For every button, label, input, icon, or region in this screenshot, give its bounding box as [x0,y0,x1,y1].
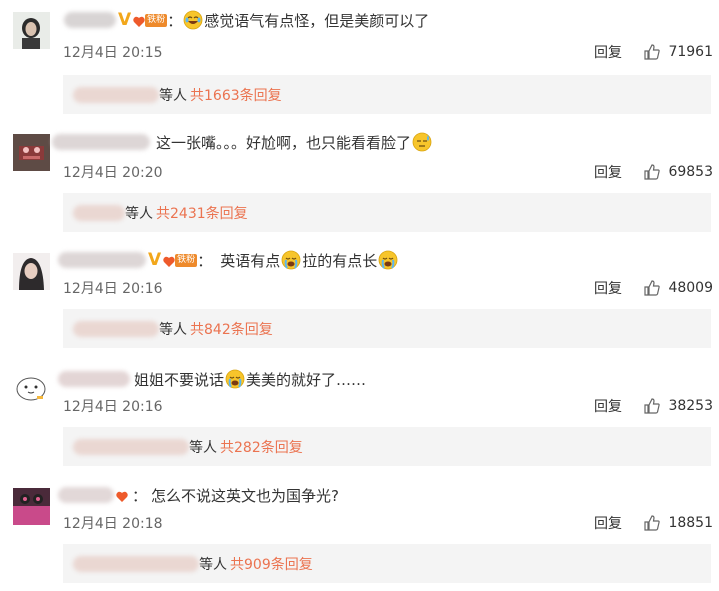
comment-time: 12月4日 20:15 [63,45,163,61]
username-blurred[interactable] [52,134,150,150]
reply-count[interactable]: 共282条回复 [220,437,303,457]
comment-header: 姐姐不要说话 美美的就好了…… [58,368,366,390]
reply-summary-box[interactable]: 等人 共2431条回复 [63,193,711,232]
like-count: 69853 [668,164,713,180]
username-blurred[interactable] [58,371,130,387]
comment-item: ： 怎么不说这英文也为国争光? 12月4日 20:18 回复 18851 等人 … [0,468,719,585]
reply-summary-box[interactable]: 等人 共282条回复 [63,427,711,466]
reply-users-blurred [73,555,199,572]
avatar[interactable] [13,370,50,407]
avatar[interactable] [13,253,50,290]
comment-text: 感觉语气有点怪，但是美颜可以了 [204,11,430,30]
colon: ： [167,11,183,30]
comment-header: V 铁粉 ： 英语有点 拉的有点长 [58,249,399,271]
like-thumb-icon [643,279,661,297]
like-count: 71961 [668,44,713,60]
reply-button[interactable]: 回复 [594,42,622,62]
comment-time: 12月4日 20:18 [63,516,163,532]
comment-text: 英语有点 [220,251,281,270]
reply-users-blurred [73,320,159,337]
comment-item: V 铁粉 ： 感觉语气有点怪，但是美颜可以了 12月4日 20:15 回复 71… [0,0,719,117]
colon: ： [197,251,213,270]
like-thumb-icon [643,514,661,532]
like-button[interactable]: 18851 [643,512,713,534]
reply-users-blurred [73,86,159,103]
reply-button[interactable]: 回复 [594,162,622,182]
comment-time: 12月4日 20:16 [63,281,163,297]
username-blurred[interactable] [58,487,114,503]
laugh-cry-emoji [183,10,203,30]
like-thumb-icon [643,397,661,415]
crying-emoji [281,250,301,270]
comment-text: 拉的有点长 [302,251,378,270]
like-thumb-icon [643,43,661,61]
like-count: 48009 [668,280,713,296]
crying-emoji [378,250,398,270]
like-count: 38253 [668,398,713,414]
reply-users-suffix: 等人 [125,205,153,222]
fan-badge-icon: 铁粉 [133,13,168,27]
fan-badge-icon [116,489,128,502]
reply-count[interactable]: 共909条回复 [230,554,313,574]
comment-text: 姐姐不要说话 [134,370,225,389]
comment-time: 12月4日 20:16 [63,399,163,415]
reply-summary-box[interactable]: 等人 共842条回复 [63,309,711,348]
comment-text: 这一张嘴。。。好尬啊，也只能看看脸了 [156,133,412,152]
colon: ： [132,486,148,505]
avatar[interactable] [13,488,50,525]
sweat-emoji [412,132,432,152]
reply-users-suffix: 等人 [159,321,187,338]
avatar[interactable] [13,12,50,49]
reply-count[interactable]: 共2431条回复 [156,203,248,223]
username-blurred[interactable] [58,252,146,268]
reply-button[interactable]: 回复 [594,396,622,416]
comment-item: V 铁粉 ： 英语有点 拉的有点长 12月4日 20:16 回复 48009 等… [0,234,719,351]
reply-users-suffix: 等人 [189,439,217,456]
comment-time: 12月4日 20:20 [63,165,163,181]
like-button[interactable]: 38253 [643,395,713,417]
fan-badge-label: 铁粉 [175,253,198,267]
fan-badge-label: 铁粉 [145,13,168,27]
comment-header: V 铁粉 ： 感觉语气有点怪，但是美颜可以了 [64,9,429,31]
comment-item: 这一张嘴。。。好尬啊，也只能看看脸了 12月4日 20:20 回复 69853 … [0,117,719,234]
reply-count[interactable]: 共1663条回复 [190,85,282,105]
reply-users-blurred [73,204,125,221]
comment-header: ： 怎么不说这英文也为国争光? [58,484,339,506]
like-count: 18851 [668,515,713,531]
comment-header: 这一张嘴。。。好尬啊，也只能看看脸了 [52,131,433,153]
like-button[interactable]: 48009 [643,277,713,299]
reply-users-blurred [73,438,189,455]
comment-item: 姐姐不要说话 美美的就好了…… 12月4日 20:16 回复 38253 等人 … [0,351,719,468]
crying-emoji [225,369,245,389]
comment-list: V 铁粉 ： 感觉语气有点怪，但是美颜可以了 12月4日 20:15 回复 71… [0,0,719,591]
like-button[interactable]: 71961 [643,41,713,63]
reply-button[interactable]: 回复 [594,278,622,298]
avatar[interactable] [13,134,50,171]
reply-summary-box[interactable]: 等人 共1663条回复 [63,75,711,114]
v-verified-badge: V [118,9,132,30]
fan-badge-icon: 铁粉 [163,253,198,267]
reply-summary-box[interactable]: 等人 共909条回复 [63,544,711,583]
reply-button[interactable]: 回复 [594,513,622,533]
comment-text: 怎么不说这英文也为国争光? [151,486,339,505]
like-button[interactable]: 69853 [643,161,713,183]
username-blurred[interactable] [64,12,116,28]
like-thumb-icon [643,163,661,181]
comment-text: 美美的就好了…… [246,370,367,389]
reply-users-suffix: 等人 [159,87,187,104]
reply-count[interactable]: 共842条回复 [190,319,273,339]
reply-users-suffix: 等人 [199,556,227,573]
v-verified-badge: V [148,249,162,270]
